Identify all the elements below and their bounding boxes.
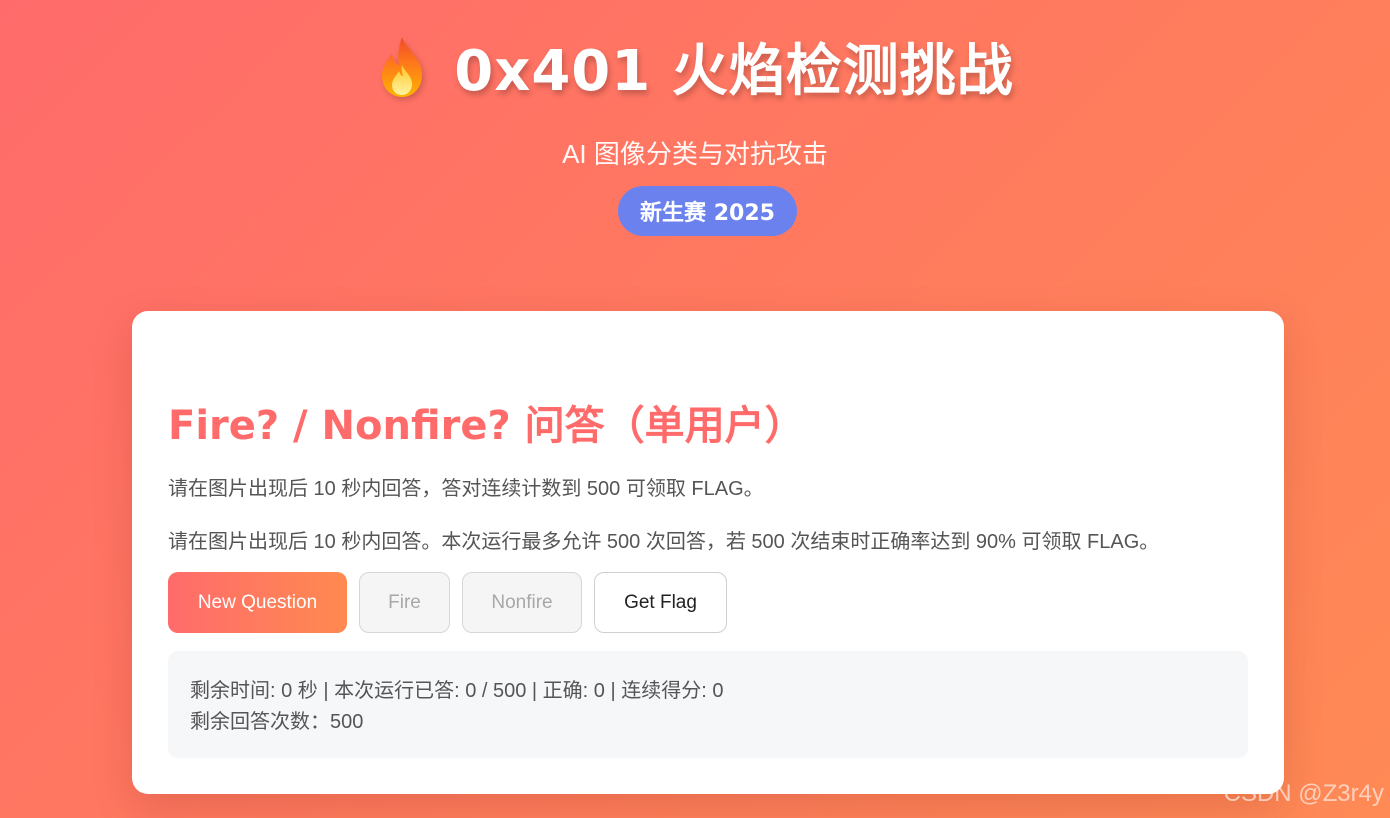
status-panel: 剩余时间: 0 秒 | 本次运行已答: 0 / 500 | 正确: 0 | 连续…	[168, 651, 1248, 758]
challenge-card: Fire? / Nonfire? 问答（单用户） 请在图片出现后 10 秒内回答…	[132, 311, 1284, 794]
new-question-button[interactable]: New Question	[168, 572, 347, 633]
watermark: CSDN @Z3r4y	[1223, 780, 1384, 807]
instructions-streak: 请在图片出现后 10 秒内回答，答对连续计数到 500 可领取 FLAG。	[168, 478, 764, 500]
instructions-accuracy: 请在图片出现后 10 秒内回答。本次运行最多允许 500 次回答，若 500 次…	[168, 531, 1160, 553]
title-row: 0x401 火焰检测挑战	[0, 26, 1390, 107]
status-line-progress: 剩余时间: 0 秒 | 本次运行已答: 0 / 500 | 正确: 0 | 连续…	[190, 680, 724, 702]
card-title: Fire? / Nonfire? 问答（单用户）	[168, 403, 805, 449]
get-flag-button[interactable]: Get Flag	[594, 572, 727, 633]
event-badge: 新生赛 2025	[618, 186, 797, 236]
status-line-remaining: 剩余回答次数：500	[190, 711, 364, 733]
nonfire-button[interactable]: Nonfire	[462, 572, 582, 633]
fire-button[interactable]: Fire	[359, 572, 450, 633]
page-subtitle: AI 图像分类与对抗攻击	[562, 139, 828, 169]
page-title: 0x401 火焰检测挑战	[454, 39, 1014, 104]
fire-icon	[382, 36, 423, 97]
